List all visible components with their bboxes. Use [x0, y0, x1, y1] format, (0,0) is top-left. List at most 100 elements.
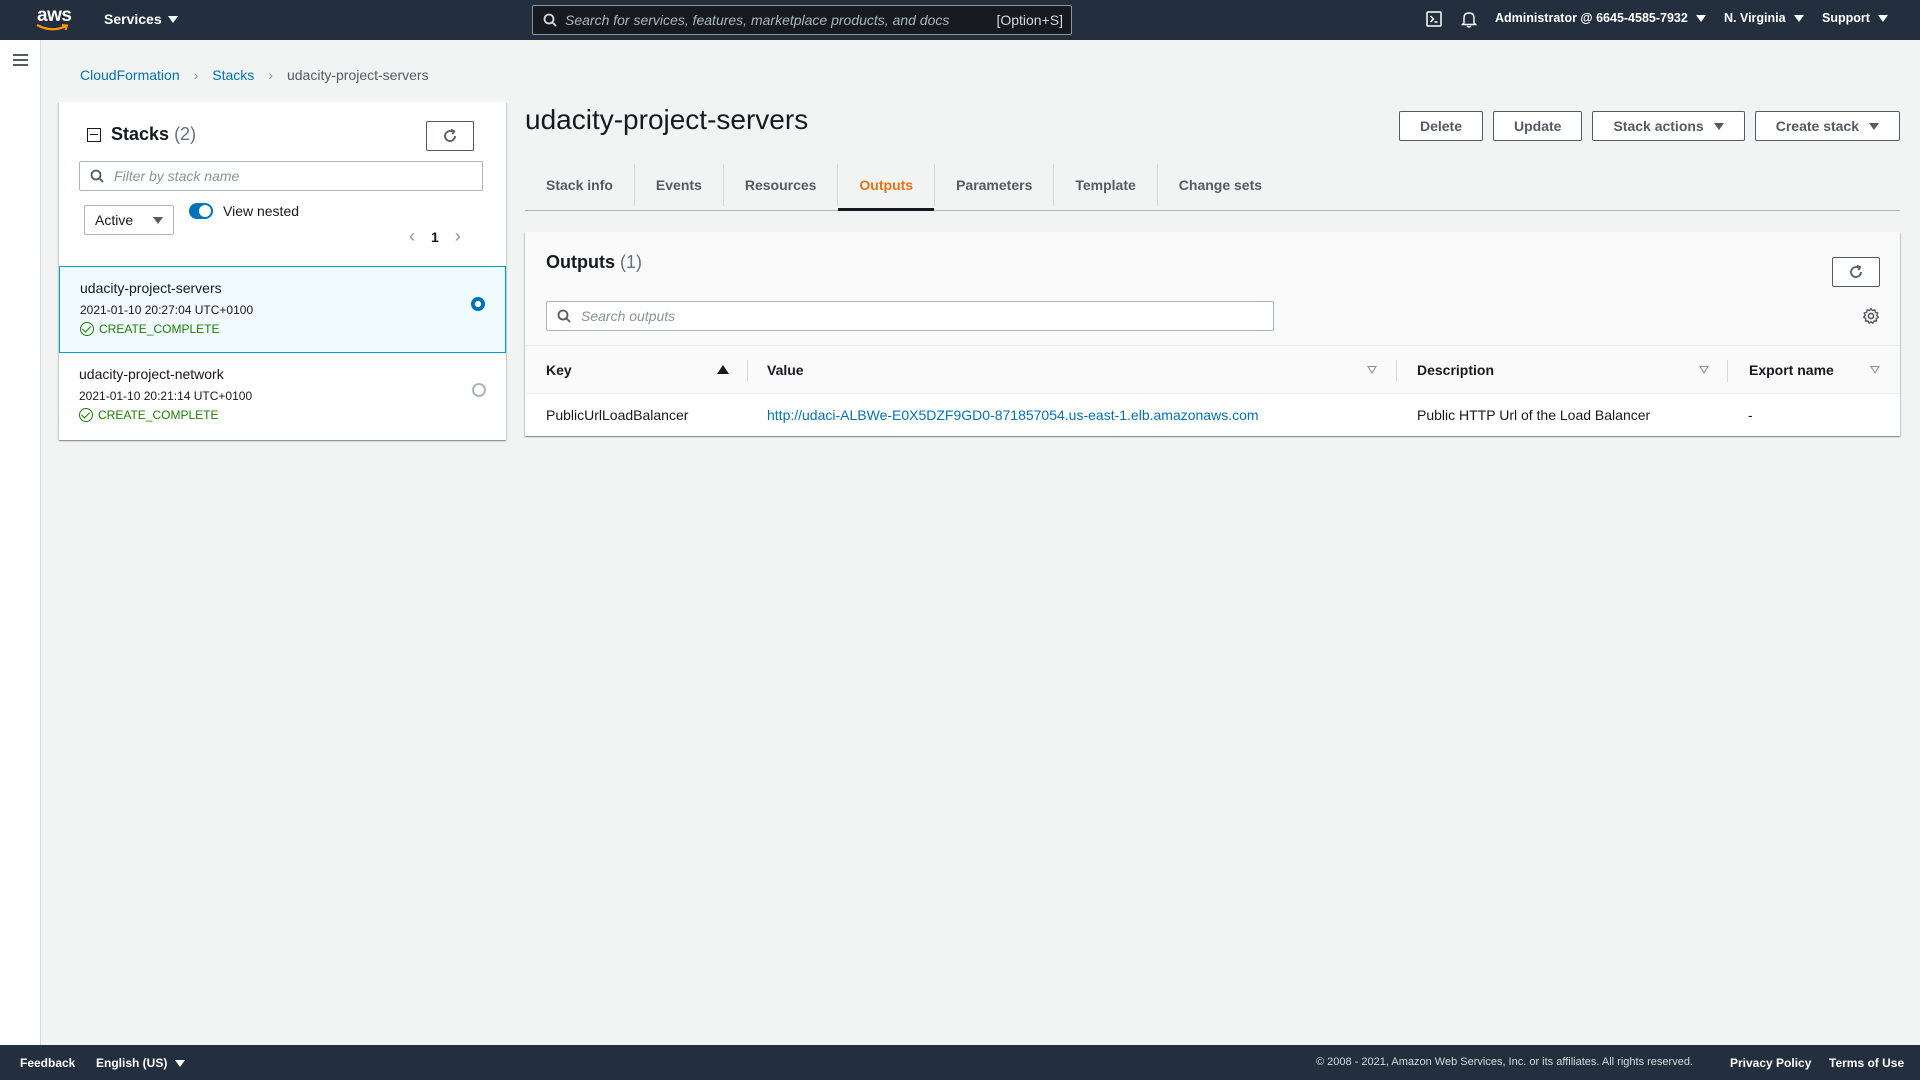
output-value-link[interactable]: http://udaci-ALBWe-E0X5DZF9GD0-871857054…	[767, 407, 1259, 423]
column-divider[interactable]	[747, 360, 748, 382]
page-number[interactable]: 1	[431, 229, 439, 245]
stack-actions-bar: Delete Update Stack actions Create stack	[1398, 111, 1900, 141]
sort-ascending-icon[interactable]	[717, 365, 729, 374]
stacks-panel-header: Stacks (2)	[87, 124, 196, 145]
breadcrumb-stacks[interactable]: Stacks	[212, 67, 254, 83]
region-menu[interactable]: N. Virginia	[1724, 11, 1804, 25]
toggle-switch[interactable]	[189, 203, 213, 219]
services-menu[interactable]: Services	[104, 11, 178, 27]
tab-template[interactable]: Template	[1054, 164, 1158, 206]
search-icon	[557, 309, 571, 323]
notifications-button[interactable]	[1461, 11, 1477, 28]
global-search[interactable]: Search for services, features, marketpla…	[532, 5, 1072, 35]
column-header-value[interactable]: Value	[767, 346, 804, 394]
outputs-title-text: Outputs	[546, 252, 615, 272]
stack-filter-input[interactable]: Filter by stack name	[79, 161, 483, 191]
stack-list-item[interactable]: udacity-project-network 2021-01-10 20:21…	[59, 353, 506, 440]
privacy-policy-link[interactable]: Privacy Policy	[1730, 1056, 1811, 1070]
support-menu[interactable]: Support	[1822, 11, 1888, 25]
tab-events[interactable]: Events	[635, 164, 724, 206]
caret-down-icon	[1695, 14, 1706, 22]
region-label: N. Virginia	[1724, 11, 1786, 25]
stacks-title: Stacks	[111, 124, 170, 144]
status-filter-select[interactable]: Active	[84, 205, 174, 235]
search-shortcut: [Option+S]	[996, 12, 1063, 28]
page-title: udacity-project-servers	[525, 104, 809, 135]
refresh-icon	[1850, 264, 1862, 278]
breadcrumb-current: udacity-project-servers	[286, 67, 429, 83]
stack-status-text: CREATE_COMPLETE	[99, 322, 220, 336]
footer: Feedback English (US) © 2008 - 2021, Ama…	[0, 1045, 1920, 1080]
sort-icon[interactable]	[1699, 366, 1709, 374]
stack-date: 2021-01-10 20:27:04 UTC+0100	[80, 303, 254, 317]
chevron-left-icon[interactable]: ‹	[409, 226, 415, 247]
stack-select-radio[interactable]	[472, 383, 486, 397]
caret-down-icon	[153, 216, 163, 224]
cloudshell-icon	[1426, 11, 1442, 27]
tab-stack-info[interactable]: Stack info	[525, 164, 635, 206]
chevron-right-icon: ›	[193, 67, 199, 83]
caret-down-icon	[175, 1059, 186, 1067]
stack-actions-label: Stack actions	[1613, 118, 1704, 134]
delete-button[interactable]: Delete	[1398, 111, 1483, 141]
breadcrumb-cloudformation[interactable]: CloudFormation	[80, 67, 180, 83]
caret-down-icon	[1869, 122, 1879, 130]
feedback-link[interactable]: Feedback	[20, 1056, 75, 1070]
stack-name: udacity-project-servers	[80, 280, 222, 296]
update-label: Update	[1514, 118, 1562, 134]
services-label: Services	[104, 11, 162, 27]
column-header-key[interactable]: Key	[546, 346, 572, 394]
search-icon	[543, 13, 557, 27]
top-navigation: aws Services Search for services, featur…	[0, 0, 1920, 40]
stack-detail-tabs: Stack info Events Resources Outputs Para…	[525, 160, 1900, 211]
create-stack-button[interactable]: Create stack	[1754, 111, 1900, 141]
sort-icon[interactable]	[1870, 366, 1880, 374]
view-nested-toggle[interactable]: View nested	[189, 203, 299, 219]
column-divider[interactable]	[1727, 360, 1728, 382]
caret-down-icon	[1877, 14, 1888, 22]
column-header-export-name[interactable]: Export name	[1749, 346, 1834, 394]
chevron-right-icon[interactable]: ›	[455, 226, 461, 247]
stack-actions-button[interactable]: Stack actions	[1592, 111, 1745, 141]
language-selector[interactable]: English (US)	[96, 1056, 186, 1070]
tab-outputs[interactable]: Outputs	[838, 164, 936, 211]
column-divider[interactable]	[1396, 360, 1397, 382]
output-description: Public HTTP Url of the Load Balancer	[1417, 407, 1651, 423]
tab-resources[interactable]: Resources	[724, 164, 839, 206]
caret-down-icon	[1793, 14, 1804, 22]
stack-status: CREATE_COMPLETE	[80, 322, 485, 336]
output-key: PublicUrlLoadBalancer	[546, 407, 689, 423]
sort-icon[interactable]	[1367, 366, 1377, 374]
stack-list-item[interactable]: udacity-project-servers 2021-01-10 20:27…	[59, 266, 506, 353]
outputs-count: (1)	[620, 252, 643, 272]
side-navigation-rail	[0, 40, 41, 1045]
create-stack-label: Create stack	[1775, 118, 1859, 134]
column-label: Key	[546, 362, 572, 378]
copyright-text: © 2008 - 2021, Amazon Web Services, Inc.…	[1316, 1056, 1693, 1068]
update-button[interactable]: Update	[1493, 111, 1583, 141]
refresh-icon	[444, 128, 456, 142]
language-label: English (US)	[96, 1056, 168, 1070]
cloudshell-button[interactable]	[1426, 11, 1442, 27]
stack-date: 2021-01-10 20:21:14 UTC+0100	[79, 389, 253, 403]
terms-of-use-link[interactable]: Terms of Use	[1829, 1056, 1904, 1070]
account-menu[interactable]: Administrator @ 6645-4585-7932	[1495, 11, 1706, 25]
collapse-icon[interactable]	[87, 127, 101, 142]
aws-logo[interactable]: aws	[34, 5, 74, 34]
account-label: Administrator @ 6645-4585-7932	[1495, 11, 1688, 25]
refresh-stacks-button[interactable]	[426, 121, 474, 151]
refresh-outputs-button[interactable]	[1832, 257, 1880, 287]
column-label: Export name	[1749, 362, 1834, 378]
hamburger-menu-icon[interactable]	[13, 54, 28, 66]
column-label: Description	[1417, 362, 1495, 378]
caret-down-icon	[167, 15, 178, 23]
stack-select-radio[interactable]	[471, 297, 485, 311]
gear-icon[interactable]	[1862, 307, 1880, 325]
tab-change-sets[interactable]: Change sets	[1158, 164, 1283, 206]
column-header-description[interactable]: Description	[1417, 346, 1494, 394]
column-label: Value	[767, 362, 804, 378]
tab-parameters[interactable]: Parameters	[935, 164, 1055, 206]
outputs-search-placeholder: Search outputs	[581, 308, 676, 324]
outputs-search-input[interactable]: Search outputs	[546, 301, 1274, 331]
output-export-name: -	[1748, 407, 1753, 423]
